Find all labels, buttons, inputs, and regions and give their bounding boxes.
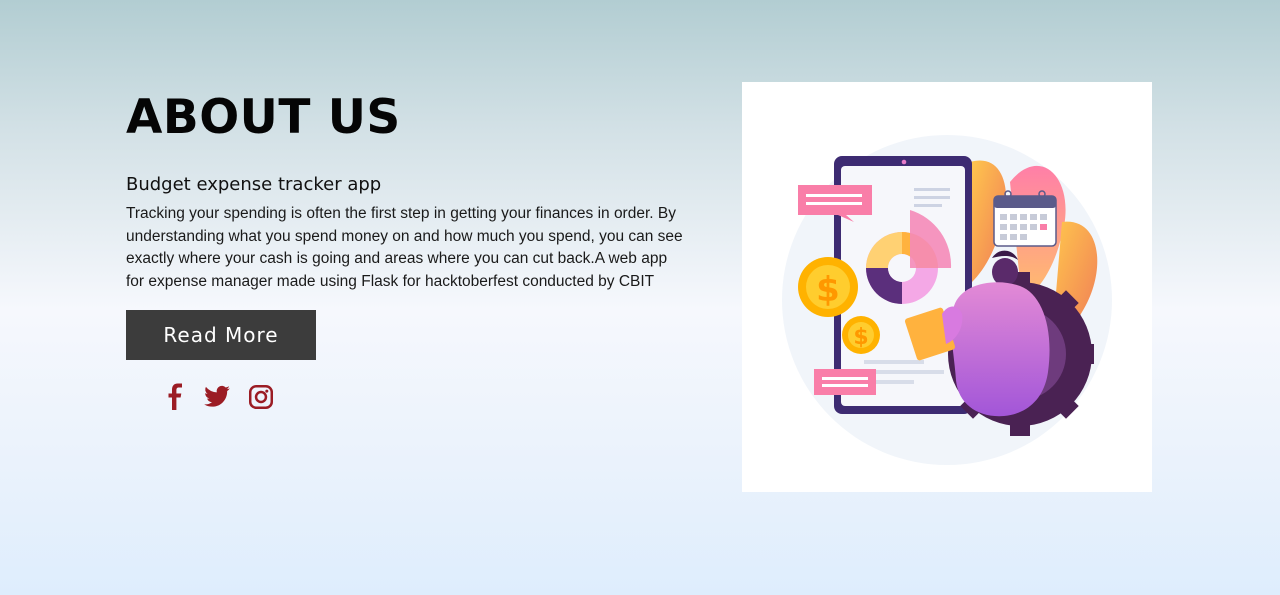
facebook-icon: [168, 383, 182, 410]
instagram-icon: [248, 384, 274, 410]
facebook-link[interactable]: [165, 383, 185, 411]
about-section: ABOUT US Budget expense tracker app Trac…: [126, 92, 686, 293]
finance-dashboard-illustration: $ $: [782, 135, 1112, 465]
instagram-link[interactable]: [248, 383, 274, 411]
page-title: ABOUT US: [126, 90, 401, 145]
about-illustration: $ $: [742, 82, 1152, 492]
about-description: Tracking your spending is often the firs…: [126, 205, 683, 290]
twitter-link[interactable]: [203, 383, 231, 411]
read-more-button[interactable]: Read More: [126, 310, 316, 360]
section-subtitle: Budget expense tracker app: [126, 174, 382, 195]
svg-text:$: $: [816, 270, 840, 310]
svg-text:$: $: [853, 325, 868, 350]
twitter-icon: [204, 385, 230, 407]
